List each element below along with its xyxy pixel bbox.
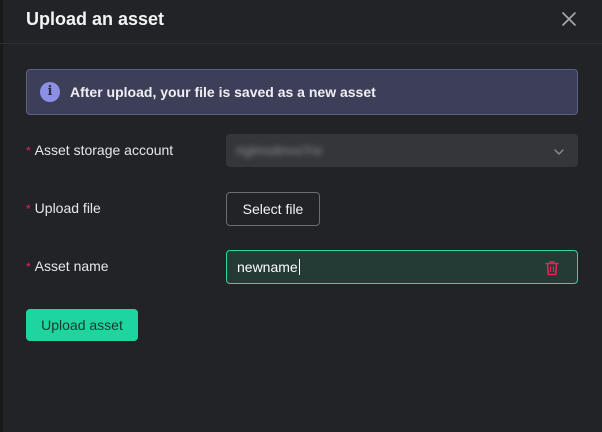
asset-name-label: * Asset name [26, 258, 109, 276]
asset-name-value: newname [237, 259, 298, 275]
dialog-title: Upload an asset [26, 9, 165, 29]
asset-name-field[interactable]: newname [226, 250, 578, 284]
dialog-edge [0, 0, 3, 432]
storage-account-value: rtglmsdmvoTre [236, 143, 323, 158]
info-text: After upload, your file is saved as a ne… [70, 84, 376, 100]
info-banner: i After upload, your file is saved as a … [26, 69, 578, 115]
storage-account-label-text: Asset storage account [34, 142, 174, 158]
info-icon: i [40, 82, 60, 102]
upload-asset-button[interactable]: Upload asset [26, 309, 138, 341]
trash-icon[interactable] [545, 260, 559, 276]
dialog-header: Upload an asset [0, 0, 602, 44]
upload-file-label: * Upload file [26, 200, 101, 218]
close-icon[interactable] [560, 10, 578, 28]
chevron-down-icon [553, 145, 565, 157]
required-marker: * [26, 202, 31, 216]
text-cursor [298, 259, 300, 275]
required-marker: * [26, 260, 31, 274]
required-marker: * [26, 144, 31, 158]
select-file-button[interactable]: Select file [226, 192, 320, 226]
storage-account-select[interactable]: rtglmsdmvoTre [226, 134, 578, 167]
storage-account-label: * Asset storage account [26, 142, 173, 160]
upload-file-label-text: Upload file [34, 200, 101, 216]
asset-name-label-text: Asset name [34, 258, 109, 274]
asset-name-input[interactable]: newname [237, 259, 300, 276]
